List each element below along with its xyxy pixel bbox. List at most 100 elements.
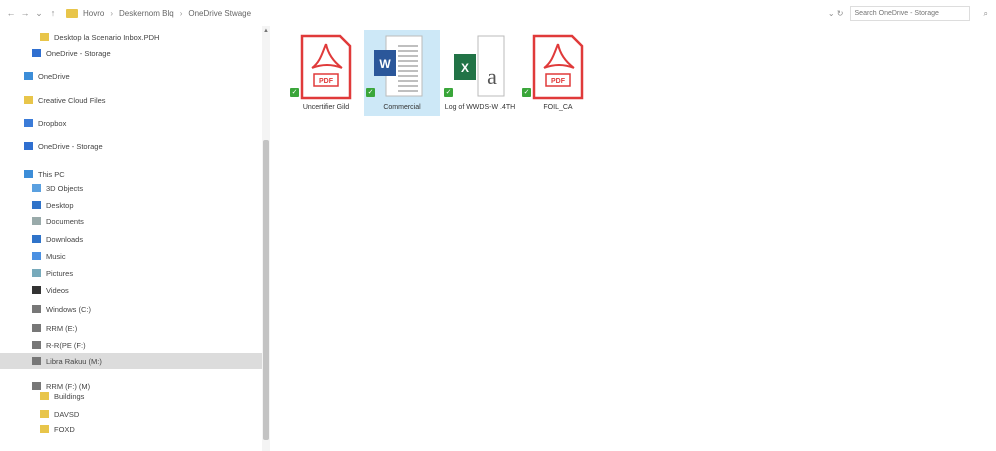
- forward-button[interactable]: →: [18, 8, 32, 18]
- sidebar-item-label: Documents: [46, 216, 84, 226]
- sidebar-item[interactable]: Buildings: [0, 388, 262, 404]
- sidebar-item-label: Windows (C:): [46, 304, 92, 314]
- folder-icon: [40, 33, 49, 41]
- sidebar-item[interactable]: Windows (C:): [0, 301, 262, 317]
- word-file-icon: W: [374, 35, 423, 97]
- excel-file-icon: aX: [454, 35, 505, 97]
- pdf-file-icon: PDF: [532, 34, 584, 100]
- sidebar-item[interactable]: R-R(PE (F:): [0, 337, 262, 353]
- word-badge-text: W: [379, 57, 391, 71]
- refresh-icon[interactable]: ⌄ ↻: [828, 9, 844, 18]
- download-icon: [32, 235, 41, 243]
- sidebar-item-label: Buildings: [54, 391, 85, 401]
- sidebar-item[interactable]: Desktop la Scenario Inbox.PDH: [0, 29, 262, 45]
- sync-status-icon: ✓: [522, 88, 531, 97]
- sidebar-item[interactable]: Dropbox: [0, 115, 262, 131]
- sidebar-item[interactable]: Downloads: [0, 231, 262, 247]
- sidebar-item-label: OneDrive - Storage: [38, 141, 103, 151]
- sidebar-scrollbar-thumb[interactable]: [263, 140, 269, 440]
- video-icon: [32, 286, 41, 294]
- sidebar-item[interactable]: FOXD: [0, 421, 262, 437]
- doc-icon: [32, 217, 41, 225]
- sidebar-item[interactable]: 3D Objects: [0, 180, 262, 196]
- sync-status-icon: ✓: [444, 88, 453, 97]
- sidebar-item[interactable]: Videos: [0, 282, 262, 298]
- breadcrumb-separator: ›: [179, 8, 183, 18]
- dropbox-icon: [24, 119, 33, 127]
- sidebar-item-label: OneDrive - Storage: [46, 48, 111, 58]
- pdf-badge-text: PDF: [319, 78, 334, 85]
- breadcrumb: Hovro › Deskernom Blq › OneDrive Stwage: [66, 8, 251, 18]
- pdf-file-icon: PDF: [300, 34, 352, 100]
- onedrive-icon: [24, 142, 33, 150]
- sidebar-item[interactable]: OneDrive - Storage: [0, 138, 262, 154]
- sidebar-item[interactable]: OneDrive - Storage: [0, 45, 262, 61]
- drive-icon: [32, 324, 41, 332]
- sync-status-icon: ✓: [290, 88, 299, 97]
- file-name-label: Commercial: [383, 104, 421, 111]
- sidebar-item[interactable]: Music: [0, 248, 262, 264]
- music-icon: [32, 252, 41, 260]
- folder-icon: [24, 96, 33, 104]
- breadcrumb-separator: ›: [110, 8, 114, 18]
- sync-status-icon: ✓: [366, 88, 375, 97]
- breadcrumb-item[interactable]: Deskernom Blq: [119, 9, 174, 18]
- excel-extra-text: a: [487, 64, 497, 89]
- file-view: PDF ✓ Uncertifier Gild W ✓ Commercial a X ✓ Log o…: [272, 26, 996, 451]
- breadcrumb-item[interactable]: Hovro: [83, 9, 104, 18]
- toolbar-right: ⌄ ↻ ⌕: [828, 6, 988, 21]
- sidebar-item[interactable]: Libra Rakuu (M:): [0, 353, 262, 369]
- sidebar-item-label: Downloads: [46, 234, 84, 244]
- sidebar-item-label: Creative Cloud Files: [38, 95, 106, 105]
- file-item[interactable]: PDF ✓ Uncertifier Gild: [288, 30, 364, 116]
- pdf-badge-text: PDF: [551, 78, 566, 85]
- excel-badge-text: X: [461, 61, 469, 75]
- sidebar-item[interactable]: Desktop: [0, 197, 262, 213]
- sidebar-item-label: Dropbox: [38, 118, 67, 128]
- sidebar-item-label: DAVSD: [54, 409, 80, 419]
- recent-locations-button[interactable]: ⌄: [32, 8, 46, 19]
- folder-icon: [66, 8, 78, 18]
- sidebar-item[interactable]: Documents: [0, 213, 262, 229]
- sidebar-item-label: Pictures: [46, 268, 74, 278]
- file-item[interactable]: W ✓ Commercial: [364, 30, 440, 116]
- sidebar-item-label: Videos: [46, 285, 69, 295]
- search-icon[interactable]: ⌕: [984, 9, 988, 19]
- folder-icon: [40, 392, 49, 400]
- breadcrumb-item[interactable]: OneDrive Stwage: [188, 9, 251, 18]
- file-name-label: Uncertifier Gild: [302, 104, 350, 111]
- sidebar-item-label: OneDrive: [38, 71, 70, 81]
- sidebar-item-label: FOXD: [54, 424, 75, 434]
- drive-icon: [32, 357, 41, 365]
- file-item[interactable]: PDF ✓ FOIL_CA: [520, 30, 596, 116]
- up-button[interactable]: ↑: [46, 8, 60, 18]
- sidebar-item-label: This PC: [38, 169, 65, 179]
- pc-icon: [24, 170, 33, 178]
- sidebar-item[interactable]: RRM (E:): [0, 320, 262, 336]
- file-name-label: Log of WWDS-W .4TH: [444, 104, 516, 111]
- sidebar-item-label: Music: [46, 251, 66, 261]
- sidebar-item-label: Desktop: [46, 200, 74, 210]
- navigation-pane: Desktop la Scenario Inbox.PDH OneDrive - …: [0, 26, 262, 451]
- sidebar-item[interactable]: DAVSD: [0, 406, 262, 422]
- scroll-up-arrow[interactable]: ▲: [262, 28, 270, 36]
- folder-icon: [40, 410, 49, 418]
- sidebar-item[interactable]: OneDrive: [0, 68, 262, 84]
- search-input[interactable]: [849, 6, 970, 21]
- sidebar-item-label: Desktop la Scenario Inbox.PDH: [54, 32, 160, 42]
- sidebar-item-label: Libra Rakuu (M:): [46, 356, 102, 366]
- pictures-icon: [32, 269, 41, 277]
- sidebar-item[interactable]: Creative Cloud Files: [0, 92, 262, 108]
- sidebar-item-label: R-R(PE (F:): [46, 340, 86, 350]
- file-item[interactable]: a X ✓ Log of WWDS-W .4TH: [442, 30, 518, 116]
- drive-icon: [32, 341, 41, 349]
- objects-icon: [32, 184, 41, 192]
- sidebar-item-label: 3D Objects: [46, 183, 84, 193]
- pc-icon: [24, 72, 33, 80]
- back-button[interactable]: ←: [4, 8, 18, 18]
- sidebar-item[interactable]: Pictures: [0, 265, 262, 281]
- folder-icon: [40, 425, 49, 433]
- file-name-label: FOIL_CA: [543, 104, 573, 111]
- sidebar-item-label: RRM (E:): [46, 323, 78, 333]
- toolbar: ← → ⌄ ↑ Hovro › Deskernom Blq › OneDrive…: [0, 0, 996, 26]
